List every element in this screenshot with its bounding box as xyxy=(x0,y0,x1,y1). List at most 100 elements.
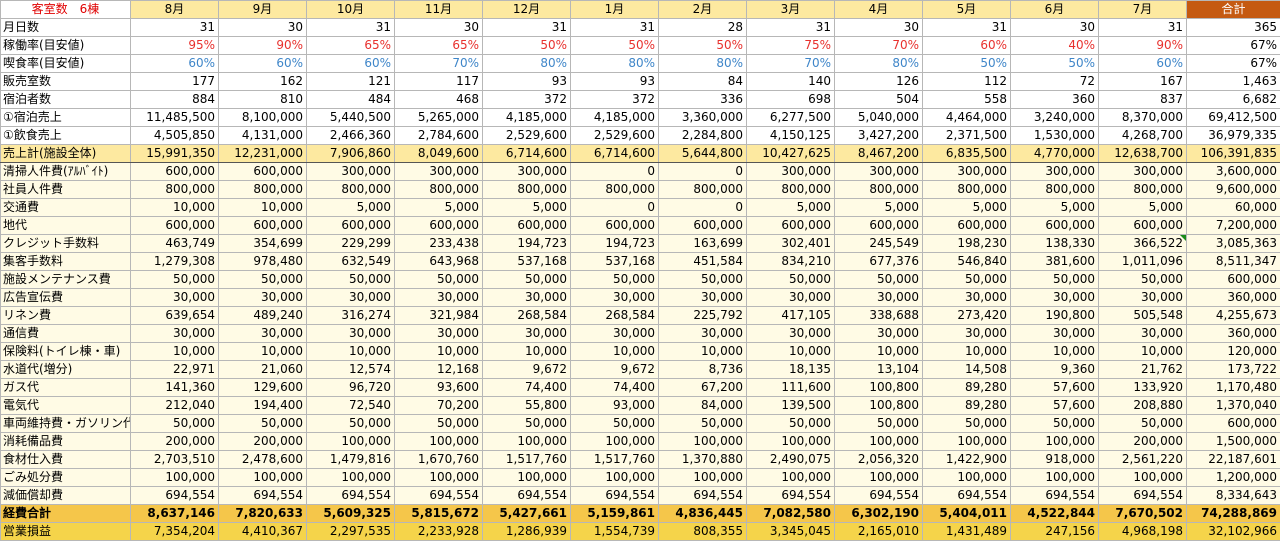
cell-value[interactable]: 800,000 xyxy=(923,181,1011,199)
cell-value[interactable]: 537,168 xyxy=(571,253,659,271)
cell-value[interactable]: 8,100,000 xyxy=(219,109,307,127)
cell-value[interactable]: 50,000 xyxy=(483,271,571,289)
cell-value[interactable]: 70% xyxy=(747,55,835,73)
cell-value[interactable]: 1,479,816 xyxy=(307,451,395,469)
row-total[interactable]: 365 xyxy=(1187,19,1280,37)
cell-value[interactable]: 40% xyxy=(1011,37,1099,55)
cell-value[interactable]: 140 xyxy=(747,73,835,91)
cell-value[interactable]: 694,554 xyxy=(747,487,835,505)
cell-value[interactable]: 21,762 xyxy=(1099,361,1187,379)
month-header[interactable]: 12月 xyxy=(483,1,571,19)
cell-value[interactable]: 9,672 xyxy=(571,361,659,379)
cell-value[interactable]: 2,490,075 xyxy=(747,451,835,469)
cell-value[interactable]: 884 xyxy=(131,91,219,109)
cell-value[interactable]: 504 xyxy=(835,91,923,109)
cell-value[interactable]: 600,000 xyxy=(219,217,307,235)
cell-value[interactable]: 800,000 xyxy=(1011,181,1099,199)
cell-value[interactable]: 225,792 xyxy=(659,307,747,325)
cell-value[interactable]: 694,554 xyxy=(395,487,483,505)
cell-value[interactable]: 10,000 xyxy=(835,343,923,361)
cell-value[interactable]: 30,000 xyxy=(571,289,659,307)
cell-value[interactable]: 10,000 xyxy=(131,199,219,217)
cell-value[interactable]: 600,000 xyxy=(747,217,835,235)
cell-value[interactable]: 60% xyxy=(131,55,219,73)
total-header[interactable]: 合計 xyxy=(1187,1,1280,19)
month-header[interactable]: 5月 xyxy=(923,1,1011,19)
cell-value[interactable]: 2,297,535 xyxy=(307,523,395,541)
row-label[interactable]: ごみ処分費 xyxy=(1,469,131,487)
cell-value[interactable]: 30,000 xyxy=(659,289,747,307)
row-total[interactable]: 8,334,643 xyxy=(1187,487,1280,505)
month-header[interactable]: 7月 xyxy=(1099,1,1187,19)
cell-value[interactable]: 31 xyxy=(923,19,1011,37)
cell-value[interactable]: 96,720 xyxy=(307,379,395,397)
cell-value[interactable]: 8,370,000 xyxy=(1099,109,1187,127)
cell-value[interactable]: 229,299 xyxy=(307,235,395,253)
cell-value[interactable]: 300,000 xyxy=(1099,163,1187,181)
cell-value[interactable]: 1,530,000 xyxy=(1011,127,1099,145)
cell-value[interactable]: 5,000 xyxy=(747,199,835,217)
cell-value[interactable]: 30,000 xyxy=(835,325,923,343)
cell-value[interactable]: 90% xyxy=(219,37,307,55)
cell-value[interactable]: 50,000 xyxy=(1011,271,1099,289)
cell-value[interactable]: 121 xyxy=(307,73,395,91)
cell-value[interactable]: 60% xyxy=(219,55,307,73)
cell-value[interactable]: 55,800 xyxy=(483,397,571,415)
cell-value[interactable]: 50,000 xyxy=(835,271,923,289)
cell-value[interactable]: 50,000 xyxy=(659,271,747,289)
cell-value[interactable]: 600,000 xyxy=(923,217,1011,235)
cell-value[interactable]: 50,000 xyxy=(1011,415,1099,433)
cell-value[interactable]: 4,505,850 xyxy=(131,127,219,145)
cell-value[interactable]: 100,000 xyxy=(571,469,659,487)
row-label[interactable]: 営業損益 xyxy=(1,523,131,541)
row-total[interactable]: 67% xyxy=(1187,55,1280,73)
cell-value[interactable]: 190,800 xyxy=(1011,307,1099,325)
row-total[interactable]: 3,600,000 xyxy=(1187,163,1280,181)
cell-value[interactable]: 372 xyxy=(571,91,659,109)
row-label[interactable]: ①飲食売上 xyxy=(1,127,131,145)
cell-value[interactable]: 694,554 xyxy=(1099,487,1187,505)
cell-value[interactable]: 30 xyxy=(395,19,483,37)
cell-value[interactable]: 800,000 xyxy=(571,181,659,199)
cell-value[interactable]: 30,000 xyxy=(923,289,1011,307)
cell-value[interactable]: 800,000 xyxy=(219,181,307,199)
cell-value[interactable]: 30,000 xyxy=(483,325,571,343)
row-total[interactable]: 106,391,835 xyxy=(1187,145,1280,163)
cell-value[interactable]: 300,000 xyxy=(395,163,483,181)
cell-value[interactable]: 100,000 xyxy=(835,433,923,451)
cell-value[interactable]: 50,000 xyxy=(395,415,483,433)
cell-value[interactable]: 100,000 xyxy=(747,433,835,451)
cell-value[interactable]: 89,280 xyxy=(923,379,1011,397)
cell-value[interactable]: 5,440,500 xyxy=(307,109,395,127)
cell-value[interactable]: 5,000 xyxy=(1011,199,1099,217)
cell-value[interactable]: 600,000 xyxy=(483,217,571,235)
cell-value[interactable]: 600,000 xyxy=(835,217,923,235)
cell-value[interactable]: 300,000 xyxy=(747,163,835,181)
cell-value[interactable]: 93 xyxy=(571,73,659,91)
cell-value[interactable]: 2,165,010 xyxy=(835,523,923,541)
cell-value[interactable]: 30 xyxy=(219,19,307,37)
row-label[interactable]: 広告宣伝費 xyxy=(1,289,131,307)
cell-value[interactable]: 90% xyxy=(1099,37,1187,55)
cell-value[interactable]: 208,880 xyxy=(1099,397,1187,415)
cell-value[interactable]: 600,000 xyxy=(659,217,747,235)
cell-value[interactable]: 50,000 xyxy=(307,415,395,433)
row-total[interactable]: 60,000 xyxy=(1187,199,1280,217)
cell-value[interactable]: 10,000 xyxy=(307,343,395,361)
cell-value[interactable]: 30,000 xyxy=(659,325,747,343)
cell-value[interactable]: 537,168 xyxy=(483,253,571,271)
cell-value[interactable]: 6,277,500 xyxy=(747,109,835,127)
cell-value[interactable]: 10,000 xyxy=(131,343,219,361)
cell-value[interactable]: 354,699 xyxy=(219,235,307,253)
cell-value[interactable]: 30,000 xyxy=(131,289,219,307)
cell-value[interactable]: 31 xyxy=(571,19,659,37)
cell-value[interactable]: 417,105 xyxy=(747,307,835,325)
cell-value[interactable]: 1,517,760 xyxy=(571,451,659,469)
cell-value[interactable]: 15,991,350 xyxy=(131,145,219,163)
cell-value[interactable]: 111,600 xyxy=(747,379,835,397)
row-label[interactable]: 集客手数料 xyxy=(1,253,131,271)
cell-value[interactable]: 30,000 xyxy=(1011,325,1099,343)
cell-value[interactable]: 100,000 xyxy=(835,469,923,487)
cell-value[interactable]: 70,200 xyxy=(395,397,483,415)
cell-value[interactable]: 694,554 xyxy=(571,487,659,505)
